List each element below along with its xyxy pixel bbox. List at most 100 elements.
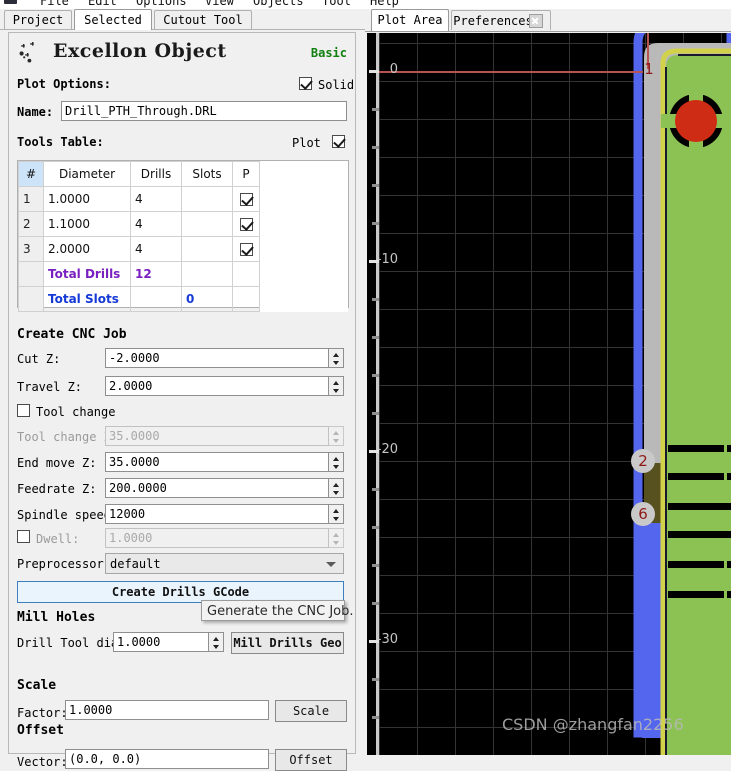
menu-edit[interactable]: Edit <box>88 0 117 8</box>
app-logo-icon <box>4 0 17 4</box>
total-slots-p-empty <box>232 286 260 312</box>
tab-cutout-tool[interactable]: Cutout Tool <box>154 10 252 29</box>
plot-area[interactable]: 0 -10 -20 -30 1 2 6 CSDN @zhangfan2256 <box>365 31 731 755</box>
th-plot: P <box>232 161 260 187</box>
row-plot-checkbox[interactable] <box>239 218 253 231</box>
total-drills-slots-empty <box>181 261 233 287</box>
total-slots-label: Total Slots <box>43 286 131 312</box>
tool-change-z-stepper <box>329 426 344 446</box>
cut-z-stepper[interactable] <box>329 348 344 368</box>
cell-diameter[interactable]: 1.0000 <box>43 186 131 212</box>
row-plot-checkbox[interactable] <box>239 193 253 206</box>
tool-change-checkbox[interactable] <box>17 404 30 417</box>
object-name-input[interactable]: Drill_PTH_Through.DRL <box>61 101 347 121</box>
menu-options[interactable]: Options <box>136 0 187 8</box>
dwell-input: 1.0000 <box>105 528 329 548</box>
dwell-stepper <box>329 528 344 548</box>
total-slots-drills-empty <box>130 286 182 312</box>
mill-drills-geo-button[interactable]: Mill Drills Geo <box>231 632 344 654</box>
tab-project[interactable]: Project <box>4 10 72 29</box>
selected-object-panel: Excellon Object Basic Plot Options: Soli… <box>8 32 356 771</box>
travel-z-stepper[interactable] <box>329 376 344 396</box>
cell-drills: 4 <box>130 236 182 262</box>
feedrate-z-stepper[interactable] <box>329 478 344 498</box>
cell-index-empty <box>18 286 44 312</box>
dwell-label: Dwell: <box>36 532 80 546</box>
dwell-checkbox[interactable] <box>17 530 30 543</box>
total-slots-value: 0 <box>181 286 233 312</box>
pcb-plot-svg <box>367 33 731 755</box>
menu-help[interactable]: Help <box>370 0 399 8</box>
vector-label: Vector: <box>17 755 68 769</box>
solid-label: Solid <box>318 78 355 92</box>
watermark: CSDN @zhangfan2256 <box>502 715 684 734</box>
tool-change-z-input: 35.0000 <box>105 426 329 446</box>
menu-tool[interactable]: Tool <box>322 0 351 8</box>
menu-objects[interactable]: Objects <box>253 0 304 8</box>
plot-canvas[interactable]: 0 -10 -20 -30 1 2 6 CSDN @zhangfan2256 <box>367 33 731 755</box>
drill-tool-dia-input[interactable]: 1.0000 <box>113 632 209 652</box>
right-panel: Plot Area Preferences 0 -10 -20 -30 1 2 … <box>365 9 731 755</box>
create-cnc-job-title: Create CNC Job <box>17 327 127 342</box>
scale-button[interactable]: Scale <box>275 700 347 722</box>
feedrate-z-label: Feedrate Z: <box>17 482 97 496</box>
menu-view[interactable]: View <box>205 0 234 8</box>
table-row[interactable]: 2 1.1000 4 <box>18 211 348 237</box>
drill-tool-dia-stepper[interactable] <box>209 632 224 652</box>
offset-button[interactable]: Offset <box>275 749 347 771</box>
scale-factor-input[interactable]: 1.0000 <box>65 700 269 720</box>
table-row[interactable]: 3 2.0000 4 <box>18 236 348 262</box>
preprocessor-select[interactable]: default <box>105 553 344 574</box>
feedrate-z-input[interactable]: 200.0000 <box>105 478 329 498</box>
cell-drills: 4 <box>130 186 182 212</box>
row-plot-checkbox[interactable] <box>239 243 253 256</box>
cell-filler <box>259 211 348 237</box>
spindle-speed-input[interactable]: 12000 <box>105 504 329 524</box>
level-badge: Basic <box>310 46 347 60</box>
menu-file[interactable]: File <box>40 0 69 8</box>
cell-plot[interactable] <box>232 236 260 262</box>
th-slots: Slots <box>181 161 233 187</box>
cell-filler <box>259 286 348 312</box>
table-header-row: # Diameter Drills Slots P <box>18 161 348 187</box>
total-drills-value: 12 <box>130 261 182 287</box>
board-segment-blue <box>642 523 662 738</box>
copper-pour <box>666 55 731 755</box>
scale-title: Scale <box>17 678 57 693</box>
plot-all-checkbox[interactable] <box>332 135 345 148</box>
travel-z-input[interactable]: 2.0000 <box>105 376 329 396</box>
total-drills-label: Total Drills <box>43 261 131 287</box>
spindle-speed-stepper[interactable] <box>329 504 344 524</box>
th-diameter: Diameter <box>43 161 131 187</box>
solid-checkbox[interactable] <box>299 77 312 90</box>
tab-preferences-label: Preferences <box>453 14 533 28</box>
cell-diameter[interactable]: 1.1000 <box>43 211 131 237</box>
tab-selected[interactable]: Selected <box>74 9 152 30</box>
end-move-z-stepper[interactable] <box>329 452 344 472</box>
cell-index: 3 <box>18 236 44 262</box>
tools-table[interactable]: # Diameter Drills Slots P 1 1.0000 4 2 1… <box>17 160 349 312</box>
cell-filler <box>259 236 348 262</box>
cell-plot[interactable] <box>232 211 260 237</box>
cut-z-input[interactable]: -2.0000 <box>105 348 329 368</box>
table-row[interactable]: 1 1.0000 4 <box>18 186 348 212</box>
end-move-z-label: End move Z: <box>17 456 97 470</box>
tools-table-label: Tools Table: <box>17 135 104 149</box>
cell-slots <box>181 211 233 237</box>
y-tick-label: -20 <box>376 442 398 457</box>
left-tab-strip: Project Selected Cutout Tool <box>0 9 365 30</box>
drill-hole <box>675 100 717 142</box>
offset-vector-input[interactable]: (0.0, 0.0) <box>65 749 269 769</box>
cell-drills: 4 <box>130 211 182 237</box>
cell-plot[interactable] <box>232 186 260 212</box>
y-tick-label: -10 <box>376 252 398 267</box>
tab-plot-area[interactable]: Plot Area <box>371 9 449 31</box>
cell-diameter[interactable]: 2.0000 <box>43 236 131 262</box>
th-drills: Drills <box>130 161 182 187</box>
name-label: Name: <box>17 105 54 119</box>
y-tick-label: 0 <box>389 62 398 77</box>
cut-z-label: Cut Z: <box>17 352 61 366</box>
preprocessor-value: default <box>110 557 161 571</box>
close-icon[interactable] <box>529 14 543 28</box>
end-move-z-input[interactable]: 35.0000 <box>105 452 329 472</box>
